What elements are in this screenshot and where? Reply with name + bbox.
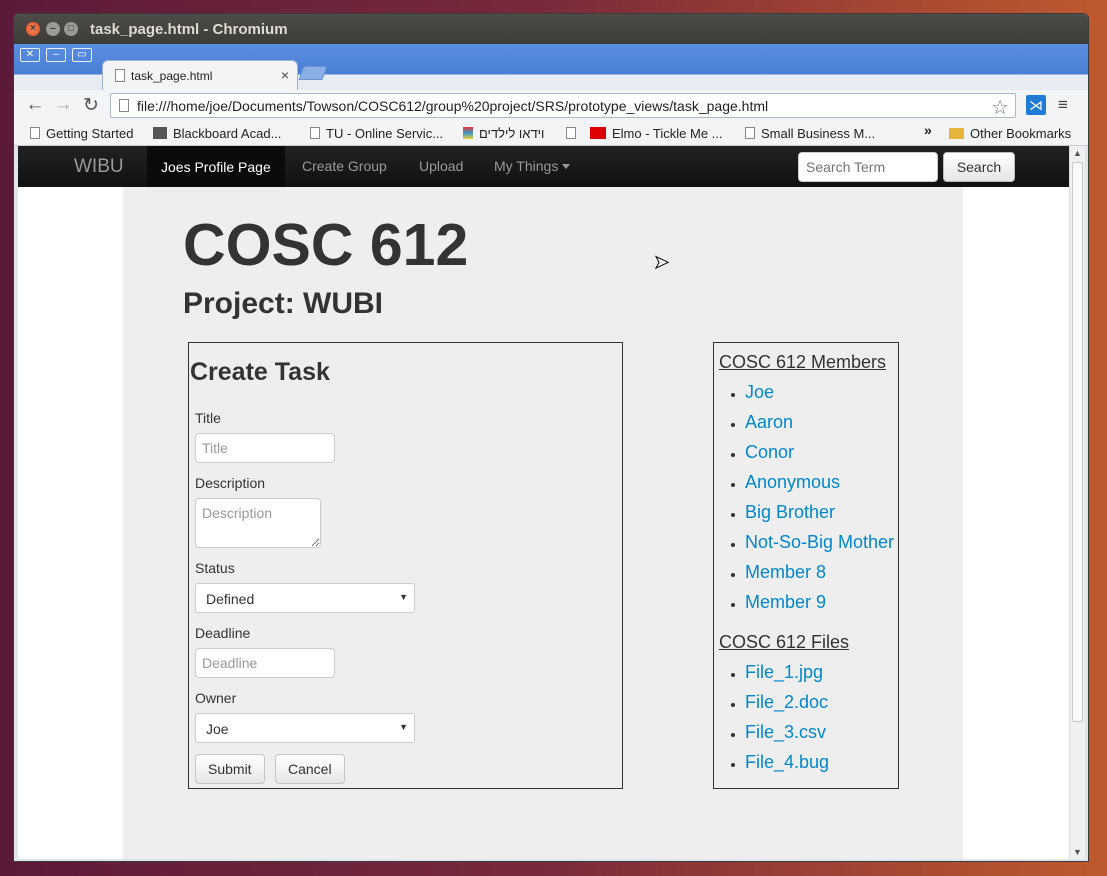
description-field[interactable]: [195, 498, 321, 548]
scroll-up-icon[interactable]: ▲: [1073, 148, 1082, 158]
submit-button[interactable]: Submit: [195, 754, 265, 784]
member-link[interactable]: Joe: [745, 377, 894, 407]
main-content: COSC 612 Project: WUBI Create Task Title…: [123, 187, 963, 859]
cancel-button[interactable]: Cancel: [275, 754, 345, 784]
members-heading: COSC 612 Members: [719, 352, 887, 372]
new-tab-button[interactable]: [298, 66, 328, 80]
member-link[interactable]: Anonymous: [745, 467, 894, 497]
other-bookmarks[interactable]: Other Bookmarks: [949, 126, 1071, 141]
deadline-label: Deadline: [195, 625, 251, 641]
page-title: COSC 612: [183, 212, 469, 278]
forward-icon[interactable]: →: [52, 94, 74, 116]
window-title: task_page.html - Chromium: [90, 21, 288, 38]
folder-icon: [949, 128, 964, 139]
menu-icon[interactable]: ≡: [1058, 95, 1068, 115]
owner-select[interactable]: Joe ▼: [195, 713, 415, 743]
member-link[interactable]: Member 9: [745, 587, 894, 617]
nav-upload[interactable]: Upload: [419, 158, 463, 174]
caret-down-icon: [562, 164, 571, 169]
browser-window: × – □ task_page.html - Chromium ✕ – ▭ ta…: [13, 13, 1089, 862]
vertical-scrollbar[interactable]: ▲ ▼: [1069, 146, 1085, 859]
extension-icon[interactable]: ⋊: [1026, 95, 1046, 115]
member-link[interactable]: Conor: [745, 437, 894, 467]
title-bar: × – □ task_page.html - Chromium: [14, 14, 1088, 44]
description-label: Description: [195, 475, 266, 491]
form-title: Create Task: [190, 358, 330, 386]
search-input[interactable]: [798, 152, 938, 182]
member-link[interactable]: Member 8: [745, 557, 894, 587]
tab-label: task_page.html: [131, 69, 213, 83]
bookmark-item[interactable]: [566, 126, 582, 141]
dropdown-arrow-icon: ▼: [399, 592, 408, 602]
files-heading: COSC 612 Files: [719, 632, 850, 652]
bookmark-item[interactable]: Elmo - Tickle Me ...: [590, 126, 723, 141]
nav-create-group[interactable]: Create Group: [302, 158, 387, 174]
search-button[interactable]: Search: [943, 152, 1015, 182]
brand-link[interactable]: WIBU: [74, 156, 124, 178]
bookmark-item[interactable]: Blackboard Acad...: [153, 126, 281, 141]
youtube-icon: [590, 127, 606, 139]
mouse-cursor-icon: ➤: [653, 252, 670, 273]
file-link[interactable]: File_4.bug: [745, 747, 829, 777]
status-label: Status: [195, 560, 235, 576]
bookmark-item[interactable]: Small Business M...: [745, 126, 875, 141]
file-link[interactable]: File_1.jpg: [745, 657, 829, 687]
owner-label: Owner: [195, 690, 237, 706]
bookmarks-overflow-icon[interactable]: »: [924, 122, 932, 138]
members-list: Joe Aaron Conor Anonymous Big Brother No…: [745, 377, 894, 617]
back-icon[interactable]: ←: [24, 94, 46, 116]
nav-my-things[interactable]: My Things: [494, 158, 571, 174]
reload-icon[interactable]: ↻: [80, 94, 102, 117]
page-icon: [119, 99, 129, 112]
title-label: Title: [195, 410, 221, 426]
tab-task-page[interactable]: task_page.html ×: [102, 60, 298, 90]
scroll-down-icon[interactable]: ▼: [1073, 847, 1082, 857]
tv-icon: [463, 127, 473, 139]
file-link[interactable]: File_3.csv: [745, 717, 829, 747]
bookmark-item[interactable]: Getting Started: [30, 126, 133, 141]
project-title: Project: WUBI: [183, 287, 384, 320]
browser-minimize-icon[interactable]: –: [46, 48, 66, 62]
create-task-form: Create Task Title Description Status Def…: [188, 342, 623, 789]
maximize-window-icon[interactable]: □: [64, 22, 78, 36]
scrollbar-thumb[interactable]: [1072, 162, 1083, 722]
bookmarks-bar: Getting Started Blackboard Acad... TU - …: [14, 120, 1088, 146]
tab-close-icon[interactable]: ×: [281, 67, 289, 83]
file-link[interactable]: File_2.doc: [745, 687, 829, 717]
address-bar[interactable]: file:///home/joe/Documents/Towson/COSC61…: [110, 93, 1016, 120]
site-navbar: WIBU Joes Profile Page Create Group Uplo…: [18, 146, 1069, 187]
address-url[interactable]: file:///home/joe/Documents/Towson/COSC61…: [137, 98, 768, 114]
nav-joes-profile[interactable]: Joes Profile Page: [147, 146, 285, 187]
bookmark-item[interactable]: וידאו לילדים: [463, 126, 544, 141]
blackboard-icon: [153, 127, 167, 139]
page-icon: [310, 127, 320, 139]
deadline-field[interactable]: [195, 648, 335, 678]
member-link[interactable]: Aaron: [745, 407, 894, 437]
bookmark-item[interactable]: TU - Online Servic...: [310, 126, 443, 141]
title-field[interactable]: [195, 433, 335, 463]
browser-close-icon[interactable]: ✕: [20, 48, 40, 62]
files-list: File_1.jpg File_2.doc File_3.csv File_4.…: [745, 657, 829, 777]
status-select[interactable]: Defined ▼: [195, 583, 415, 613]
browser-toolbar: ← → ↻ file:///home/joe/Documents/Towson/…: [14, 90, 1088, 120]
bookmark-star-icon[interactable]: ☆: [991, 95, 1009, 120]
browser-maximize-icon[interactable]: ▭: [72, 48, 92, 62]
page-icon: [115, 69, 125, 82]
page-icon: [566, 127, 576, 139]
page-icon: [745, 127, 755, 139]
page-icon: [30, 127, 40, 139]
page-viewport: WIBU Joes Profile Page Create Group Uplo…: [18, 146, 1069, 859]
minimize-window-icon[interactable]: –: [46, 22, 60, 36]
member-link[interactable]: Not-So-Big Mother: [745, 527, 894, 557]
member-link[interactable]: Big Brother: [745, 497, 894, 527]
close-window-icon[interactable]: ×: [26, 22, 40, 36]
group-sidebar: COSC 612 Members Joe Aaron Conor Anonymo…: [713, 342, 899, 789]
dropdown-arrow-icon: ▼: [399, 722, 408, 732]
browser-chrome: ✕ – ▭ task_page.html × ← → ↻ file:///hom…: [14, 44, 1088, 146]
